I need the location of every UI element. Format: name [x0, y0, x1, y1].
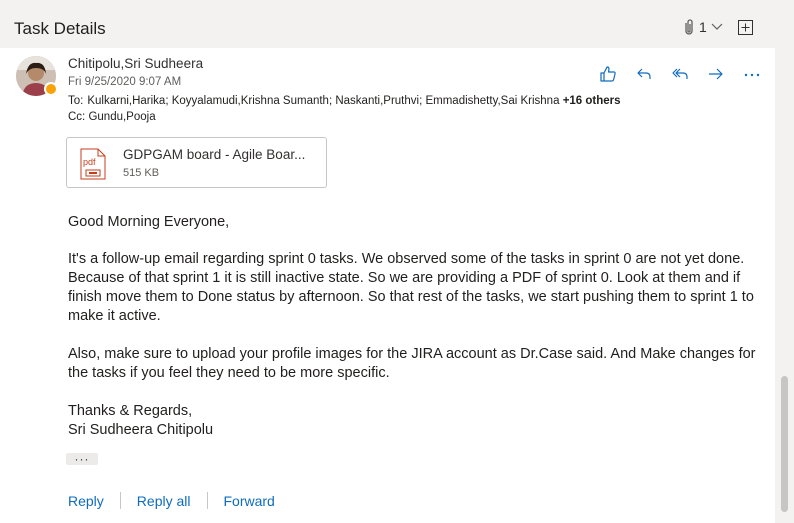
- presence-status-icon: [44, 82, 58, 96]
- reply-all-button[interactable]: Reply all: [137, 493, 191, 509]
- more-recipients-link[interactable]: +16 others: [563, 95, 621, 107]
- forward-icon[interactable]: [698, 62, 734, 86]
- attachment-count-button[interactable]: 1: [683, 18, 723, 36]
- attachment-name: GDPGAM board - Agile Boar...: [123, 147, 306, 162]
- divider: [119, 492, 121, 509]
- cc-label: Cc:: [68, 111, 86, 123]
- forward-button[interactable]: Forward: [224, 493, 275, 509]
- to-recipients[interactable]: Kulkarni,Harika; Koyyalamudi,Krishna Sum…: [87, 95, 559, 107]
- sender-name[interactable]: Chitipolu,Sri Sudheera: [68, 56, 203, 71]
- svg-text:pdf: pdf: [83, 157, 96, 167]
- divider: [206, 492, 208, 509]
- message-actions: [590, 62, 770, 86]
- to-label: To:: [68, 95, 84, 107]
- reply-icon[interactable]: [626, 62, 662, 86]
- body-greeting: Good Morning Everyone,: [68, 214, 230, 230]
- attachment-card[interactable]: pdf GDPGAM board - Agile Boar... 515 KB: [66, 137, 327, 188]
- attachment-size: 515 KB: [123, 167, 160, 179]
- body-signoff: Thanks & Regards,: [68, 403, 193, 419]
- attachment-count: 1: [699, 19, 707, 35]
- reply-button[interactable]: Reply: [68, 493, 104, 509]
- body-paragraph: It's a follow-up email regarding sprint …: [68, 251, 754, 324]
- message-date: Fri 9/25/2020 9:07 AM: [68, 76, 182, 88]
- expand-window-icon[interactable]: [738, 20, 753, 40]
- reading-pane-header: Task Details 1: [0, 0, 794, 48]
- pdf-file-icon: pdf: [80, 148, 106, 185]
- reply-all-icon[interactable]: [662, 62, 698, 86]
- body-paragraph: Also, make sure to upload your profile i…: [68, 346, 756, 381]
- scrollbar-thumb[interactable]: [781, 376, 788, 512]
- paperclip-icon: [683, 18, 695, 36]
- to-line: To: Kulkarni,Harika; Koyyalamudi,Krishna …: [68, 95, 621, 107]
- show-quoted-text-button[interactable]: ···: [66, 453, 98, 465]
- body-signature: Sri Sudheera Chitipolu: [68, 422, 214, 438]
- more-icon[interactable]: [734, 62, 770, 86]
- like-icon[interactable]: [590, 62, 626, 86]
- message-footer-actions: Reply Reply all Forward: [68, 492, 275, 509]
- cc-line: Cc: Gundu,Pooja: [68, 111, 156, 123]
- page-title: Task Details: [14, 19, 106, 38]
- chevron-down-icon: [711, 23, 723, 31]
- cc-recipients[interactable]: Gundu,Pooja: [88, 111, 155, 123]
